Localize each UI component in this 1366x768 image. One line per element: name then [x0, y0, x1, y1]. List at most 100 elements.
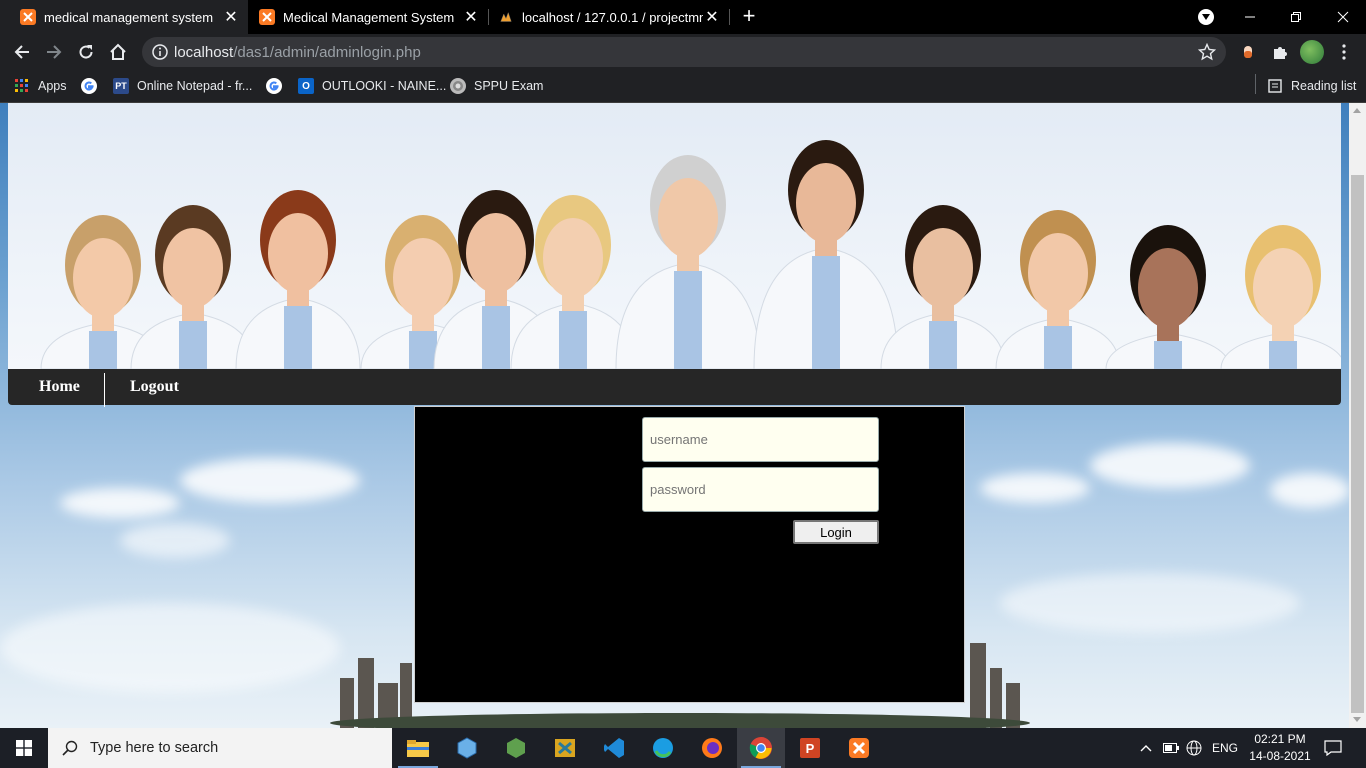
- clock-time: 02:21 PM: [1254, 732, 1306, 746]
- tab-1-title: medical management system: [44, 9, 214, 25]
- xampp-icon: [259, 9, 275, 25]
- page-scrollbar[interactable]: [1349, 103, 1366, 728]
- edge-icon[interactable]: [639, 728, 687, 768]
- powerpoint-icon[interactable]: P: [786, 728, 834, 768]
- close-window-icon[interactable]: [1320, 0, 1366, 34]
- tab-search-icon[interactable]: [1198, 9, 1214, 25]
- nodejs-icon[interactable]: [492, 728, 540, 768]
- doctor-figure: [880, 205, 1006, 369]
- password-field[interactable]: password: [642, 467, 879, 512]
- extension-icon[interactable]: [1238, 42, 1258, 62]
- close-icon[interactable]: ✕: [703, 8, 721, 26]
- outlook-icon: O: [298, 78, 314, 94]
- username-field[interactable]: username: [642, 417, 879, 462]
- virtualbox-icon[interactable]: [443, 728, 491, 768]
- bookmark-label: OUTLOOKI - NAINE...: [322, 79, 447, 93]
- tab-strip: medical management system ✕ Medical Mana…: [0, 0, 1366, 34]
- home-icon[interactable]: [104, 38, 132, 66]
- tab-1[interactable]: medical management system ✕: [0, 0, 248, 34]
- windows-taskbar: Type here to search P ENG 02:21 PM 14-08…: [0, 728, 1366, 768]
- login-button[interactable]: Login: [793, 520, 879, 544]
- restore-icon[interactable]: [1273, 0, 1319, 34]
- clock-date: 14-08-2021: [1249, 749, 1311, 763]
- notepad-icon: PT: [113, 78, 129, 94]
- reading-list-icon: [1267, 78, 1283, 94]
- bookmarks-divider: [1255, 74, 1256, 94]
- tab-2[interactable]: Medical Management System ✕: [248, 0, 488, 34]
- nav-home[interactable]: Home: [39, 369, 80, 405]
- bookmark-google-1[interactable]: [81, 76, 105, 96]
- scrollbar-thumb[interactable]: [1351, 175, 1364, 713]
- doctor-figure: [130, 205, 256, 369]
- system-clock[interactable]: 02:21 PM 14-08-2021: [1240, 731, 1320, 765]
- profile-avatar[interactable]: [1300, 40, 1324, 64]
- cloud: [980, 473, 1090, 503]
- taskbar-search-box[interactable]: Type here to search: [48, 728, 392, 768]
- notifications-icon[interactable]: [1324, 728, 1342, 768]
- code-tool-icon[interactable]: [541, 728, 589, 768]
- firefox-icon[interactable]: [688, 728, 736, 768]
- reading-list-button[interactable]: Reading list: [1267, 76, 1356, 96]
- language-indicator[interactable]: ENG: [1212, 728, 1238, 768]
- doctors-group-photo: [40, 140, 1341, 369]
- header-banner: [8, 103, 1341, 369]
- show-hidden-icons[interactable]: [1140, 728, 1152, 768]
- address-bar[interactable]: localhost/das1/admin/adminlogin.php: [142, 37, 1226, 67]
- cloud: [60, 488, 180, 518]
- bookmark-sppu-exam[interactable]: SPPU Exam: [450, 76, 543, 96]
- cloud: [1090, 443, 1250, 488]
- network-globe-icon[interactable]: [1186, 728, 1202, 768]
- main-nav: Home Logout: [8, 369, 1341, 407]
- reload-icon[interactable]: [72, 38, 100, 66]
- forward-icon[interactable]: [40, 38, 68, 66]
- back-icon[interactable]: [8, 38, 36, 66]
- more-menu-icon[interactable]: [1334, 42, 1354, 62]
- doctor-figure: [995, 210, 1121, 369]
- minimize-icon[interactable]: [1227, 0, 1273, 34]
- scroll-up-icon[interactable]: [1353, 108, 1361, 113]
- doctor-figure: [1220, 225, 1341, 369]
- scroll-down-icon[interactable]: [1353, 717, 1361, 722]
- new-tab-button[interactable]: +: [738, 5, 760, 27]
- file-explorer-icon[interactable]: [394, 728, 442, 768]
- doctor-figure: [753, 140, 899, 369]
- bookmark-google-2[interactable]: [266, 76, 290, 96]
- google-icon: [266, 78, 282, 94]
- doctor-figure: [235, 190, 361, 369]
- xampp-icon[interactable]: [835, 728, 883, 768]
- bookmark-outlook[interactable]: O OUTLOOKI - NAINE...: [298, 76, 446, 96]
- info-icon[interactable]: [152, 44, 168, 60]
- doctor-figure: [615, 155, 761, 369]
- bookmark-label: SPPU Exam: [474, 79, 544, 93]
- phpmyadmin-icon: [498, 9, 514, 25]
- url-text: localhost/das1/admin/adminlogin.php: [174, 44, 421, 61]
- bookmark-online-notepad[interactable]: PT Online Notepad - fr...: [113, 76, 252, 96]
- vscode-icon[interactable]: [590, 728, 638, 768]
- chrome-icon[interactable]: [737, 728, 785, 768]
- svg-text:P: P: [806, 741, 815, 756]
- bookmark-star-icon[interactable]: [1198, 43, 1216, 61]
- battery-icon[interactable]: [1163, 728, 1179, 768]
- apps-grid-icon: [14, 78, 30, 94]
- search-icon: [62, 740, 78, 756]
- nav-logout[interactable]: Logout: [130, 369, 179, 405]
- close-icon[interactable]: ✕: [462, 8, 480, 26]
- tab-3[interactable]: localhost / 127.0.0.1 / projectmm ✕: [489, 0, 729, 34]
- windows-start-icon[interactable]: [0, 728, 48, 768]
- nav-divider: [104, 373, 105, 407]
- cloud: [120, 523, 230, 558]
- close-icon[interactable]: ✕: [222, 8, 240, 26]
- puzzle-icon[interactable]: [1270, 42, 1290, 62]
- xampp-icon: [20, 9, 36, 25]
- sppu-logo-icon: [450, 78, 466, 94]
- reading-list-label: Reading list: [1291, 79, 1357, 93]
- google-icon: [81, 78, 97, 94]
- bookmark-apps[interactable]: Apps: [14, 76, 67, 96]
- tab-2-title: Medical Management System: [283, 9, 455, 25]
- taskbar-search-placeholder: Type here to search: [90, 740, 219, 756]
- cloud: [1270, 473, 1349, 508]
- bookmark-label: Apps: [38, 79, 67, 93]
- bookmarks-bar: Apps PT Online Notepad - fr... O OUTLOOK…: [0, 70, 1366, 103]
- login-panel: username password Login: [414, 406, 965, 703]
- page-viewport: Home Logout username password Login: [0, 103, 1349, 728]
